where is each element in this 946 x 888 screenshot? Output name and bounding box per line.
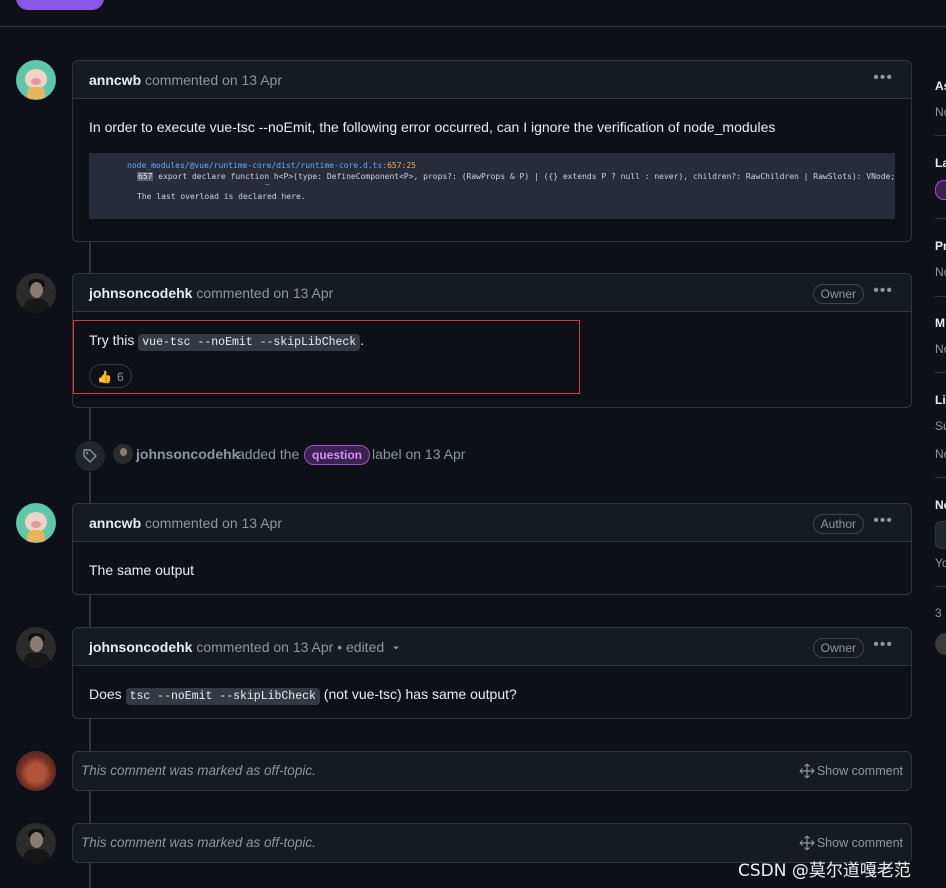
unfold-icon	[799, 835, 815, 851]
kebab-menu-icon[interactable]: •••	[873, 282, 893, 300]
comment-body: In order to execute vue-tsc --noEmit, th…	[89, 119, 776, 135]
kebab-menu-icon[interactable]: •••	[873, 636, 893, 654]
error-line-number: 657:25	[387, 161, 416, 170]
comment-author[interactable]: anncwb	[89, 515, 141, 531]
comment-author[interactable]: johnsoncodehk	[89, 285, 192, 301]
error-lineno: 657	[137, 172, 154, 181]
tag-icon	[74, 440, 106, 472]
inline-code: vue-tsc --noEmit --skipLibCheck	[138, 334, 361, 351]
sidebar-projects-heading[interactable]: Pr	[935, 239, 946, 253]
author-badge: Author	[812, 514, 864, 534]
avatar-anncwb[interactable]	[16, 60, 56, 100]
error-caret: ~	[265, 180, 270, 189]
error-screenshot: node_modules/@vue/runtime-core/dist/runt…	[89, 153, 895, 219]
sidebar-linked-value: No	[935, 447, 946, 461]
comment-body: Try this vue-tsc --noEmit --skipLibCheck…	[89, 332, 365, 351]
comment-box: anncwb commented on 13 Apr Author ••• Th…	[72, 503, 912, 595]
event-actor[interactable]: johnsoncodehk	[136, 446, 239, 462]
error-note: The last overload is declared here.	[137, 192, 306, 201]
comment-header: johnsoncodehk commented on 13 Apr • edit…	[73, 628, 911, 666]
comment-box: johnsoncodehk commented on 13 Apr Owner …	[72, 273, 912, 408]
sidebar-assignees-heading[interactable]: As	[935, 79, 946, 93]
question-label[interactable]: question	[304, 445, 370, 465]
event-action: added the	[237, 446, 300, 462]
sidebar-notifications-text: Yo	[935, 556, 946, 570]
comment-header: anncwb commented on 13 Apr Author •••	[73, 504, 911, 542]
avatar-anncwb[interactable]	[16, 503, 56, 543]
watermark: CSDN @莫尔道嘎老范	[738, 861, 911, 881]
offtopic-comment: This comment was marked as off-topic. Sh…	[72, 751, 912, 791]
issue-state-badge	[16, 0, 104, 10]
comment-author[interactable]: anncwb	[89, 72, 141, 88]
comment-date[interactable]: commented on 13 Apr	[196, 285, 333, 301]
edit-history-chevron-icon[interactable]	[391, 643, 401, 653]
sidebar-labels-heading[interactable]: La	[935, 156, 946, 170]
sidebar-participant-avatar[interactable]	[935, 633, 946, 655]
sidebar-participants-count: 3	[935, 606, 942, 620]
avatar-johnsoncodehk-small[interactable]	[113, 444, 133, 464]
comment-box: anncwb commented on 13 Apr ••• In order …	[72, 60, 912, 242]
sidebar-label-pill[interactable]	[935, 180, 946, 200]
top-bar	[0, 0, 946, 27]
show-comment-button[interactable]: Show comment	[817, 836, 903, 850]
thumbs-up-icon: 👍	[97, 370, 112, 384]
sidebar-linked-sub: Su	[935, 419, 946, 433]
reaction-count: 6	[117, 370, 124, 384]
kebab-menu-icon[interactable]: •••	[873, 512, 893, 530]
kebab-menu-icon[interactable]: •••	[873, 69, 893, 87]
comment-body: The same output	[89, 562, 195, 578]
comment-author[interactable]: johnsoncodehk	[89, 639, 192, 655]
inline-code: tsc --noEmit --skipLibCheck	[125, 688, 320, 705]
comment-header: johnsoncodehk commented on 13 Apr Owner …	[73, 274, 911, 312]
sidebar-projects-value: No	[935, 265, 946, 279]
sidebar-assignees-value: No	[935, 105, 946, 119]
avatar-user[interactable]	[16, 751, 56, 791]
thumbs-up-reaction[interactable]: 👍 6	[89, 364, 132, 388]
error-file-path: node_modules/@vue/runtime-core/dist/runt…	[127, 161, 388, 170]
sidebar-linked-heading[interactable]: Li	[935, 393, 946, 407]
sidebar-subscribe-button[interactable]	[935, 521, 946, 549]
owner-badge: Owner	[812, 284, 864, 304]
owner-badge: Owner	[812, 638, 864, 658]
label-event: johnsoncodehk added the question label o…	[74, 438, 674, 472]
comment-header: anncwb commented on 13 Apr •••	[73, 61, 911, 99]
avatar-johnsoncodehk[interactable]	[16, 823, 56, 863]
comment-body: Does tsc --noEmit --skipLibCheck (not vu…	[89, 686, 517, 705]
sidebar-notifications-heading: No	[935, 498, 946, 512]
comment-date[interactable]: commented on 13 Apr	[145, 72, 282, 88]
comment-date[interactable]: commented on 13 Apr	[145, 515, 282, 531]
avatar-johnsoncodehk[interactable]	[16, 273, 56, 313]
sidebar-milestone-heading[interactable]: M	[935, 316, 945, 330]
unfold-icon	[799, 763, 815, 779]
avatar-johnsoncodehk[interactable]	[16, 627, 56, 667]
offtopic-text: This comment was marked as off-topic.	[81, 835, 316, 850]
show-comment-button[interactable]: Show comment	[817, 764, 903, 778]
event-suffix: label on 13 Apr	[372, 446, 466, 462]
offtopic-text: This comment was marked as off-topic.	[81, 763, 316, 778]
comment-date[interactable]: commented on 13 Apr • edited	[196, 639, 384, 655]
sidebar-milestone-value: No	[935, 342, 946, 356]
comment-box: johnsoncodehk commented on 13 Apr • edit…	[72, 627, 912, 719]
